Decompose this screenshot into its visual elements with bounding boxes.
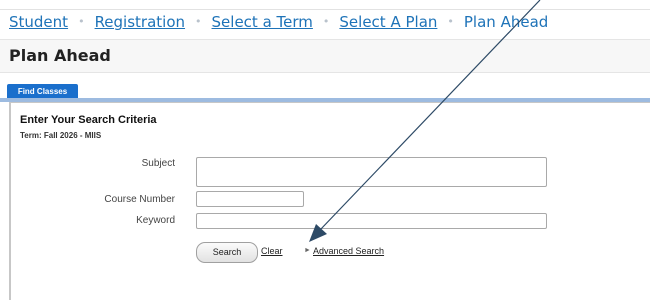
keyword-label: Keyword — [136, 215, 175, 226]
tab-find-classes[interactable]: Find Classes — [7, 84, 78, 99]
advanced-search-link[interactable]: Advanced Search — [313, 246, 384, 256]
breadcrumb-select-term[interactable]: Select a Term — [212, 13, 313, 31]
search-panel: Enter Your Search Criteria Term: Fall 20… — [9, 102, 650, 300]
breadcrumb-current: Plan Ahead — [463, 13, 549, 31]
term-label: Term: Fall 2026 - MIIS — [20, 131, 102, 140]
breadcrumb-separator: • — [78, 15, 85, 28]
subject-label: Subject — [141, 158, 175, 169]
breadcrumb-registration[interactable]: Registration — [95, 13, 185, 31]
breadcrumb-separator: • — [447, 15, 454, 28]
breadcrumb: Student • Registration • Select a Term • Selec… — [9, 13, 548, 35]
course-number-label: Course Number — [104, 194, 175, 205]
breadcrumb-select-plan[interactable]: Select A Plan — [339, 13, 437, 31]
course-number-input[interactable] — [196, 191, 304, 207]
search-heading: Enter Your Search Criteria — [20, 114, 157, 126]
subject-input[interactable] — [196, 157, 547, 187]
page-title-bar: Plan Ahead — [0, 39, 650, 73]
keyword-input[interactable] — [196, 213, 547, 229]
clear-link[interactable]: Clear — [261, 246, 283, 256]
breadcrumb-separator: • — [322, 15, 330, 28]
top-divider — [0, 9, 650, 10]
search-button[interactable]: Search — [196, 242, 258, 263]
breadcrumb-student[interactable]: Student — [9, 13, 68, 31]
breadcrumb-separator: • — [195, 15, 202, 28]
triangle-right-icon: ► — [304, 247, 311, 254]
page-title: Plan Ahead — [9, 46, 111, 65]
